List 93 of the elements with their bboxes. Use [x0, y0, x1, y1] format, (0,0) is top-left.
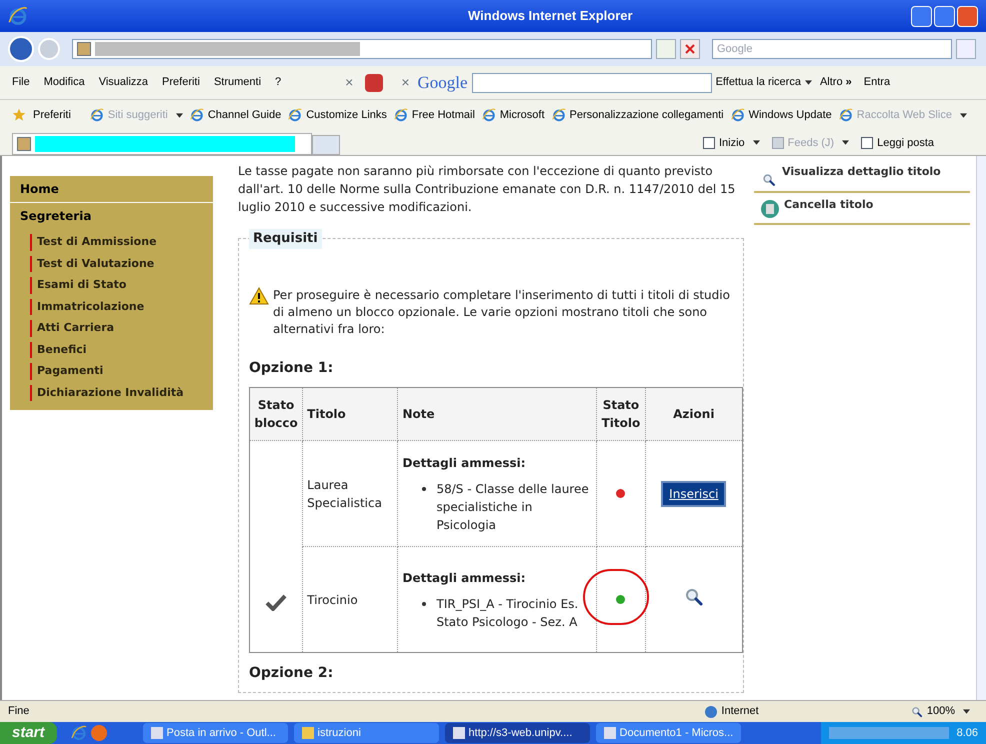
- menu-item[interactable]: Visualizza: [98, 74, 148, 91]
- warning-icon: [249, 287, 269, 305]
- taskbar-button[interactable]: Documento1 - Micros...: [596, 723, 741, 743]
- signin-button[interactable]: Entra: [864, 74, 890, 91]
- minimize-button[interactable]: [911, 6, 932, 26]
- page-icon: [288, 108, 302, 122]
- page-icon: [482, 108, 496, 122]
- menu-item[interactable]: Strumenti: [214, 74, 262, 91]
- sidebar-item[interactable]: Esami di Stato: [30, 277, 213, 294]
- taskbar-button[interactable]: http://s3-web.unipv....: [444, 723, 590, 743]
- browser-tab[interactable]: [12, 133, 312, 155]
- page-icon: [190, 108, 204, 122]
- sidebar-item[interactable]: Dichiarazione Invalidità: [30, 384, 213, 401]
- zoom-icon: [910, 706, 923, 718]
- option-title: Opzione 2:: [249, 664, 334, 683]
- fieldset-legend: Requisiti: [249, 229, 322, 248]
- intro-paragraph: Le tasse pagate non saranno più rimborsate con l'eccezione di quanto previsto dall'art. 10 delle Norme sulla Contribuzione emanate con D.R. n. 1147/2010 del 15 luglio 2010 e successive modificazioni.: [238, 163, 736, 216]
- zone-text: Internet: [705, 703, 759, 720]
- favorite-link[interactable]: Channel Guide: [190, 106, 282, 124]
- zoom-button[interactable]: 100%: [910, 703, 970, 720]
- taskbar-button[interactable]: istruzioni: [294, 723, 439, 743]
- refresh-button[interactable]: [656, 39, 676, 59]
- address-field[interactable]: [72, 39, 652, 59]
- menu-item[interactable]: Preferiti: [162, 74, 200, 91]
- new-tab-button[interactable]: [312, 135, 340, 155]
- search-field[interactable]: [472, 72, 712, 92]
- bullet-icon: [422, 486, 426, 490]
- page-icon: [77, 42, 91, 56]
- note-item: 58/S - Classe delle lauree specialistiche in Psicologia: [436, 480, 590, 534]
- page-icon: [394, 108, 408, 122]
- forward-button[interactable]: [38, 38, 60, 60]
- column-header: Note: [398, 388, 597, 440]
- start-button[interactable]: start: [0, 722, 57, 744]
- clock: 8.06: [956, 726, 978, 741]
- note-heading: Dettagli ammessi:: [402, 570, 527, 586]
- sidebar-item[interactable]: Atti Carriera: [30, 320, 213, 336]
- window-title: Windows Internet Explorer: [468, 7, 633, 26]
- more-button[interactable]: Altro »: [820, 74, 852, 91]
- caret-icon: [963, 709, 970, 714]
- favorite-link[interactable]: Customize Links: [288, 106, 387, 124]
- search-button[interactable]: [956, 39, 976, 59]
- taskbar-button[interactable]: Posta in arrivo - Outl...: [142, 723, 288, 743]
- sidebar-section[interactable]: Home: [10, 176, 213, 203]
- page-icon: [730, 108, 745, 122]
- close-button[interactable]: [957, 6, 978, 26]
- caret-icon: [804, 80, 812, 85]
- favorite-link[interactable]: Free Hotmail: [394, 106, 475, 124]
- table-cell: Laurea Specialistica: [302, 440, 398, 546]
- warning-text: Per proseguire è necessario completare l'inserimento di tutti i titoli di studio di almeno un blocco opzionale. Le varie opzioni mostrano titoli che sono alternativi fra loro:: [273, 287, 731, 338]
- maximize-button[interactable]: [934, 6, 955, 26]
- sidebar-item[interactable]: Test di Valutazione: [30, 256, 213, 272]
- panel-link[interactable]: Cancella titolo: [754, 192, 970, 225]
- scrollbar[interactable]: [976, 156, 986, 700]
- column-header: Stato Titolo: [596, 388, 646, 440]
- status-text: Fine: [8, 704, 30, 720]
- page-icon: [838, 108, 853, 122]
- page-icon: [552, 108, 566, 122]
- google-logo: Google: [418, 72, 468, 94]
- close-icon: [685, 44, 695, 54]
- favorite-link[interactable]: Microsoft: [482, 106, 545, 124]
- sidebar-item[interactable]: Test di Ammissione: [30, 234, 213, 250]
- favorites-button[interactable]: Preferiti: [33, 106, 71, 124]
- sidebar-item[interactable]: Benefici: [30, 342, 213, 358]
- stop-button[interactable]: [680, 39, 700, 59]
- star-icon: [12, 108, 26, 122]
- note-item: TIR_PSI_A - Tirocinio Es. Stato Psicologo - Sez. A: [436, 596, 580, 630]
- page-icon: [90, 108, 104, 122]
- favorite-link[interactable]: Windows Update: [730, 106, 832, 124]
- sidebar-item[interactable]: Pagamenti: [30, 363, 213, 380]
- menu-item[interactable]: File: [12, 74, 30, 91]
- caret-icon: [752, 140, 760, 146]
- sidebar-section[interactable]: Segreteria: [10, 203, 213, 229]
- caret-icon: [842, 140, 850, 146]
- panel-link[interactable]: Visualizza dettaglio titolo: [754, 160, 970, 192]
- command-button[interactable]: Leggi posta: [861, 134, 934, 151]
- folder-icon: [302, 727, 314, 739]
- close-toolbar-text[interactable]: ×: [345, 72, 354, 93]
- insert-button[interactable]: Inserisci: [661, 480, 726, 506]
- note-heading: Dettagli ammessi:: [402, 454, 527, 472]
- close-toolbar-text[interactable]: ×: [401, 72, 410, 93]
- back-button[interactable]: [8, 36, 34, 62]
- column-header: Stato blocco: [250, 388, 303, 440]
- search-icon: [684, 587, 704, 607]
- search-button[interactable]: Effettua la ricerca: [716, 74, 812, 91]
- bullet-icon: [422, 602, 426, 606]
- command-button[interactable]: Inizio: [702, 134, 760, 151]
- menu-item[interactable]: Modifica: [44, 74, 85, 91]
- sidebar-item[interactable]: Immatricolazione: [30, 298, 213, 315]
- menu-item[interactable]: ?: [275, 74, 282, 91]
- favorite-link[interactable]: Personalizzazione collegamenti: [552, 106, 724, 124]
- page-icon: [17, 137, 31, 151]
- column-header: Titolo: [302, 388, 398, 440]
- option-title: Opzione 1:: [249, 359, 334, 378]
